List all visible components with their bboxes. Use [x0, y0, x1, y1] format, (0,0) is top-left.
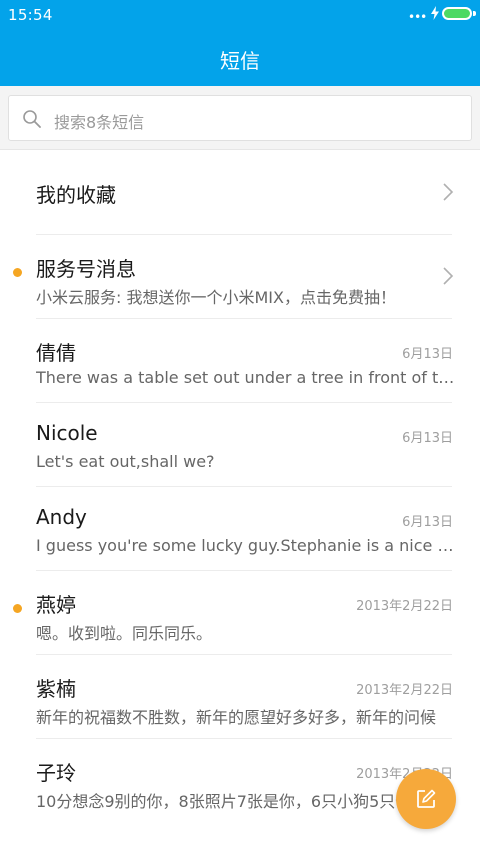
charging-icon — [431, 6, 439, 20]
conversation-date: 6月13日 — [402, 347, 453, 362]
status-bar: 15:54 ••• — [0, 0, 480, 30]
search-placeholder: 搜索8条短信 — [54, 113, 145, 132]
list-item-service[interactable]: 服务号消息 小米云服务: 我想送你一个小米MIX，点击免费抽！ — [0, 235, 480, 319]
chevron-right-icon — [443, 267, 454, 285]
unread-dot — [13, 604, 22, 613]
conversation-preview: 小米云服务: 我想送你一个小米MIX，点击免费抽！ — [36, 288, 396, 307]
conversation-preview: There was a table set out under a tree i… — [36, 368, 456, 387]
compose-icon — [417, 789, 436, 808]
list-item[interactable]: 燕婷 2013年2月22日 嗯。收到啦。同乐同乐。 — [0, 571, 480, 655]
conversation-date: 6月13日 — [402, 515, 453, 530]
battery-tip — [473, 11, 476, 16]
conversation-date: 2013年2月22日 — [356, 683, 453, 698]
list-item[interactable]: Nicole 6月13日 Let's eat out,shall we? — [0, 403, 480, 487]
battery-icon — [442, 7, 472, 20]
conversation-name: Andy — [36, 505, 87, 529]
conversation-date: 6月13日 — [402, 431, 453, 446]
conversation-name: 燕婷 — [36, 593, 76, 617]
conversation-name: 紫楠 — [36, 677, 76, 701]
search-area: 搜索8条短信 — [0, 86, 480, 150]
conversation-name: Nicole — [36, 421, 98, 445]
status-time: 15:54 — [8, 6, 53, 24]
conversation-name: 倩倩 — [36, 341, 76, 365]
conversation-preview: Let's eat out,shall we? — [36, 452, 215, 471]
conversation-name: 子玲 — [36, 761, 76, 785]
conversation-preview: 10分想念9别的你，8张照片7张是你，6只小狗5只像你 — [36, 792, 428, 811]
conversation-date: 2013年2月22日 — [356, 599, 453, 614]
list-item[interactable]: 倩倩 6月13日 There was a table set out under… — [0, 319, 480, 403]
list-item[interactable]: 紫楠 2013年2月22日 新年的祝福数不胜数，新年的愿望好多好多，新年的问候 — [0, 655, 480, 739]
chevron-right-icon — [443, 183, 454, 201]
search-icon — [23, 110, 41, 128]
page-title: 短信 — [220, 49, 260, 73]
unread-dot — [13, 268, 22, 277]
list-item-favorites[interactable]: 我的收藏 — [0, 151, 480, 235]
conversation-preview: I guess you're some lucky guy.Stephanie … — [36, 536, 456, 555]
conversation-preview: 新年的祝福数不胜数，新年的愿望好多好多，新年的问候 — [36, 708, 437, 727]
app-header: 15:54 ••• 短信 — [0, 0, 480, 86]
list-item[interactable]: Andy 6月13日 I guess you're some lucky guy… — [0, 487, 480, 571]
compose-button[interactable] — [396, 769, 456, 829]
search-input[interactable]: 搜索8条短信 — [8, 95, 472, 141]
signal-dots-icon: ••• — [408, 10, 427, 24]
conversation-name: 我的收藏 — [36, 183, 116, 207]
conversation-name: 服务号消息 — [36, 257, 136, 281]
conversation-preview: 嗯。收到啦。同乐同乐。 — [36, 624, 213, 643]
